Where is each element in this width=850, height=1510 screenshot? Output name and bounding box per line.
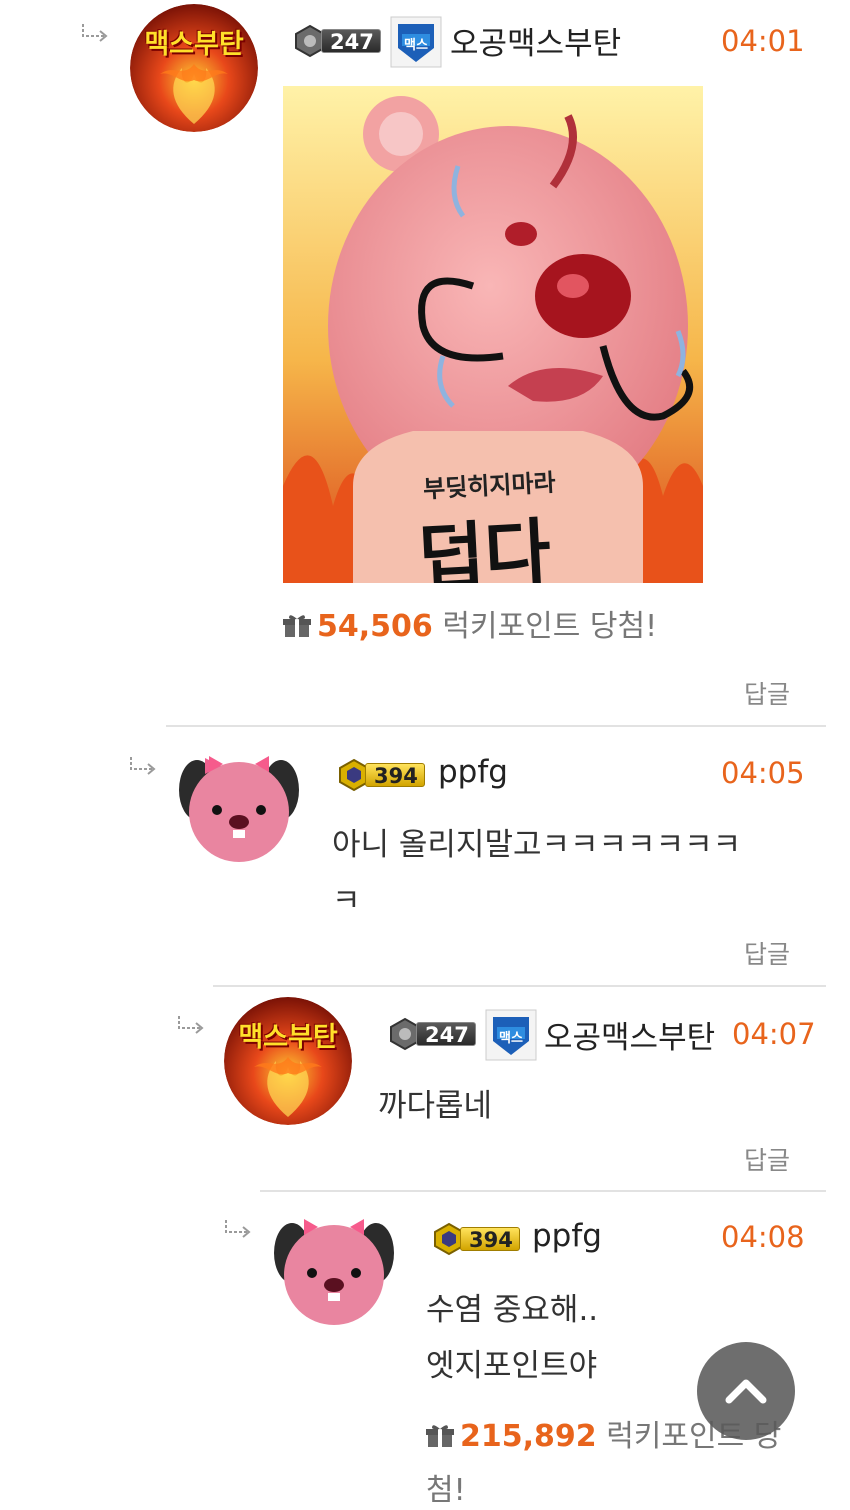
comment-text-line: 엣지포인트야 (426, 1348, 598, 1384)
comment-time: 04:05 (721, 756, 805, 790)
avatar-label: 맥스부탄 (144, 29, 244, 60)
avatar[interactable] (175, 740, 303, 868)
lucky-point-amount: 54,506 (317, 609, 433, 644)
nickname[interactable]: 오공맥스부탄 (450, 18, 621, 63)
comment-text-line: ㅋ (332, 883, 361, 919)
lucky-point-label: 럭키포인트 당첨! (442, 609, 658, 644)
avatar-label: 맥스부탄 (238, 1022, 338, 1053)
reply-arrow-icon (176, 1014, 206, 1034)
level-number: 247 (321, 29, 381, 54)
nickname[interactable]: ppfg (438, 754, 508, 790)
comment-text-line: 수염 중요해.. (426, 1292, 599, 1328)
reply-button[interactable]: 답글 (744, 935, 790, 971)
level-badge: 247 (293, 24, 381, 58)
comment-text: 아니 올리지말고ㅋㅋㅋㅋㅋㅋㅋ ㅋ (332, 817, 741, 929)
level-badge: 247 (388, 1017, 476, 1051)
team-badge-label: 맥스 (404, 38, 428, 53)
comment-text: 까다롭네 (378, 1078, 492, 1134)
nickname[interactable]: 오공맥스부탄 (544, 1012, 715, 1057)
comment-text-line: 까다롭네 (378, 1088, 493, 1124)
lucky-point-notice: 54,506 럭키포인트 당첨! (283, 600, 657, 654)
image-caption-big: 덥다 (416, 509, 553, 583)
team-badge-label: 맥스 (499, 1031, 523, 1046)
avatar[interactable] (270, 1203, 398, 1331)
team-badge-icon: 맥스 (390, 16, 442, 68)
comment-image[interactable]: 부딪히지마라 덥다 (283, 86, 703, 583)
avatar[interactable]: 맥스부탄 (130, 4, 258, 132)
gift-icon (283, 615, 311, 637)
reply-button[interactable]: 답글 (744, 675, 790, 711)
level-number: 247 (416, 1022, 476, 1047)
level-badge: 394 (337, 758, 425, 792)
lucky-point-label-cont: 첨! (426, 1473, 466, 1508)
avatar[interactable]: 맥스부탄 (224, 997, 352, 1125)
reply-arrow-icon (223, 1218, 253, 1238)
comment-text-line: 아니 올리지말고ㅋㅋㅋㅋㅋㅋㅋ (332, 827, 742, 863)
divider (260, 1190, 826, 1192)
comment-text: 수염 중요해.. 엣지포인트야 (426, 1282, 598, 1394)
level-number: 394 (365, 763, 425, 788)
lucky-point-amount: 215,892 (460, 1419, 597, 1454)
reply-arrow-icon (80, 22, 110, 42)
reply-arrow-icon (128, 755, 158, 775)
reply-button[interactable]: 답글 (744, 1141, 790, 1177)
comment-time: 04:07 (732, 1017, 816, 1051)
chevron-up-icon (725, 1379, 767, 1404)
divider (213, 985, 826, 987)
comment-time: 04:08 (721, 1220, 805, 1254)
level-badge: 394 (432, 1222, 520, 1256)
divider (166, 725, 826, 727)
nickname[interactable]: ppfg (532, 1218, 602, 1254)
team-badge-icon: 맥스 (485, 1009, 537, 1061)
scroll-top-button[interactable] (697, 1342, 795, 1440)
comment-time: 04:01 (721, 24, 805, 58)
gift-icon (426, 1425, 454, 1447)
level-number: 394 (460, 1227, 520, 1252)
